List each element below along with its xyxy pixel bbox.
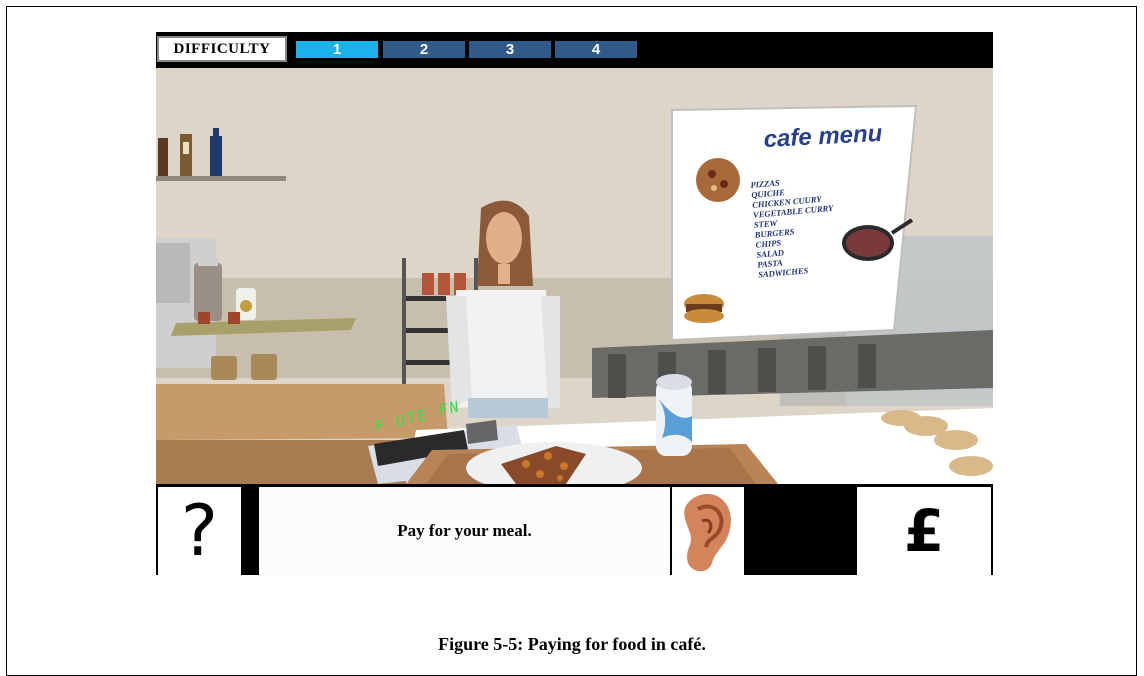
listen-button[interactable] xyxy=(672,487,744,575)
pay-button[interactable]: £ xyxy=(857,487,991,575)
help-button[interactable]: ? xyxy=(158,487,241,575)
difficulty-bar: DIFFICULTY 1 2 3 4 xyxy=(156,32,993,68)
difficulty-level-2[interactable]: 2 xyxy=(383,41,465,58)
instruction-message: Pay for your meal. xyxy=(259,487,670,575)
game-window: DIFFICULTY 1 2 3 4 cafe menu PIZZAS QUIC… xyxy=(156,32,993,575)
difficulty-level-1[interactable]: 1 xyxy=(296,41,378,58)
difficulty-level-3[interactable]: 3 xyxy=(469,41,551,58)
menu-list: PIZZAS QUICHE CHICKEN CUURY VEGETABLE CU… xyxy=(750,173,839,279)
difficulty-label: DIFFICULTY xyxy=(157,36,287,62)
cafe-scene: cafe menu PIZZAS QUICHE CHICKEN CUURY VE… xyxy=(156,68,993,484)
bottom-toolbar: ? Pay for your meal. £ xyxy=(156,484,993,575)
difficulty-level-4[interactable]: 4 xyxy=(555,41,637,58)
ear-icon xyxy=(684,493,731,572)
figure-caption: Figure 5-5: Paying for food in café. xyxy=(438,634,706,654)
